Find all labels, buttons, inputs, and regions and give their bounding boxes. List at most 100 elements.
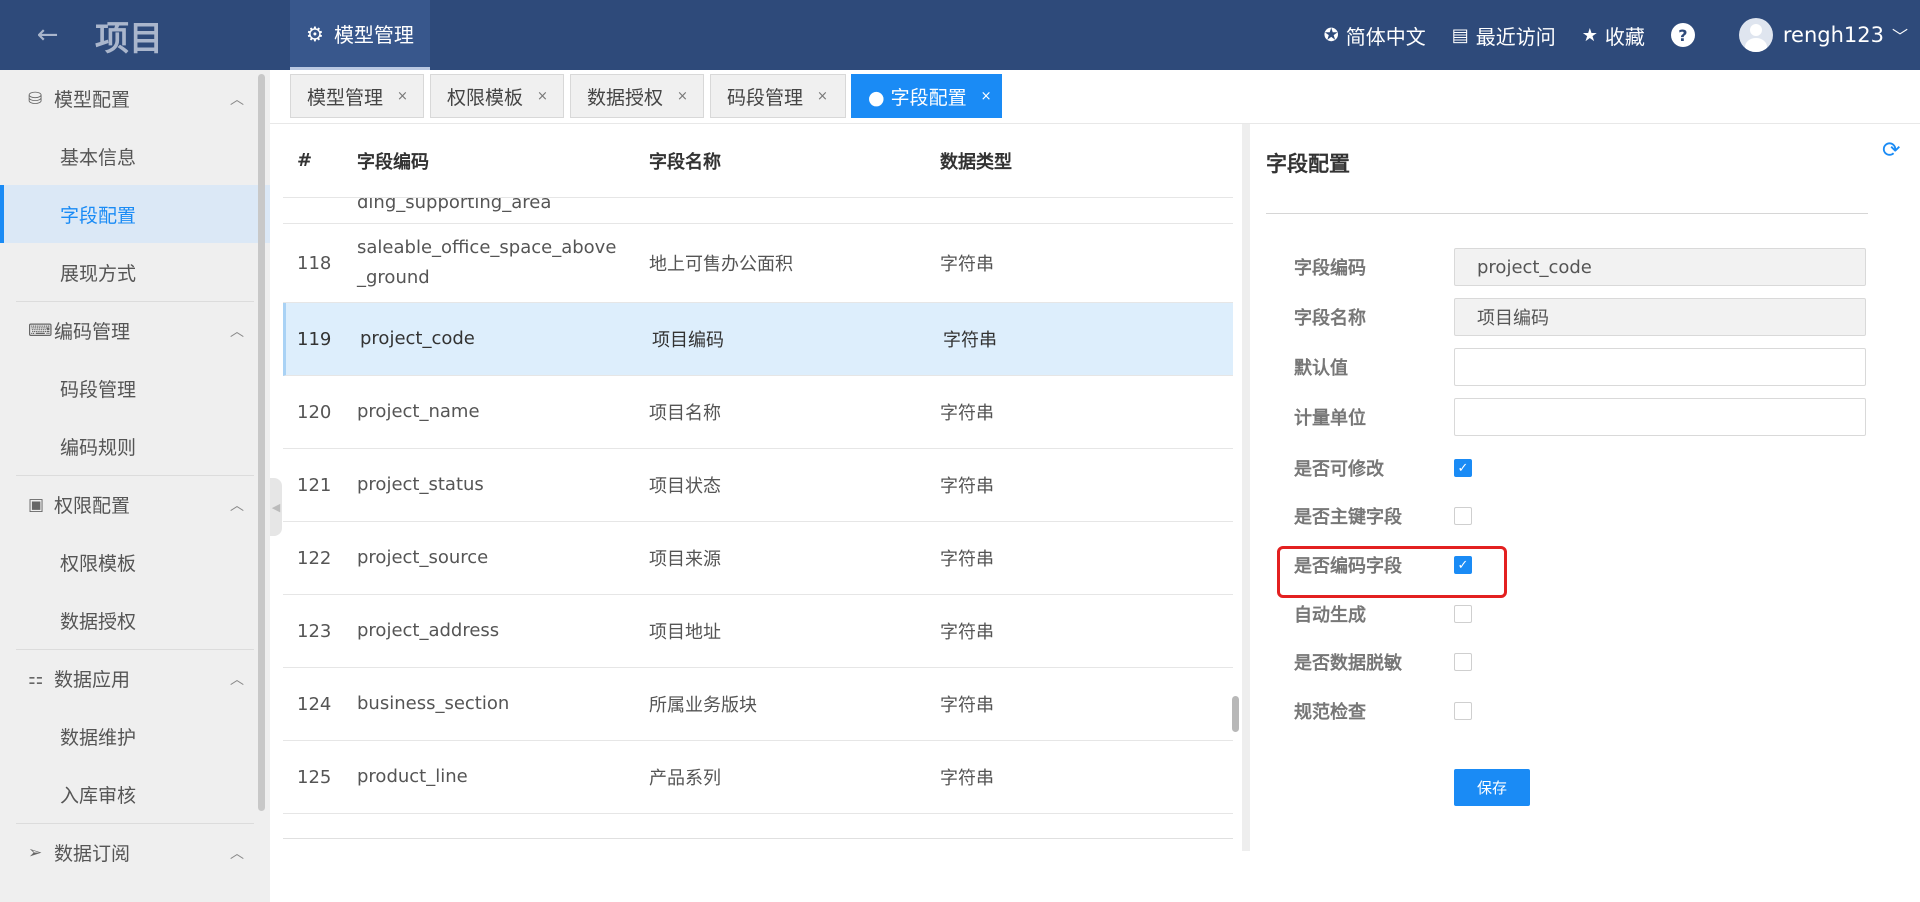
tab-label: ● 字段配置	[868, 86, 967, 109]
unit-label: 计量单位	[1294, 408, 1366, 429]
field-code-input: project_code	[1454, 248, 1866, 286]
user-name[interactable]: rengh123	[1783, 23, 1884, 47]
language-switch[interactable]: ✪ 简体中文	[1324, 21, 1426, 50]
column-header-type: 数据类型	[940, 151, 1012, 173]
close-icon[interactable]: ×	[397, 89, 408, 104]
sidebar-group-data-apps[interactable]: ⚏ 数据应用 ︿	[0, 650, 270, 707]
cell-index: 118	[297, 252, 332, 274]
table-row[interactable]: 125 product_line 产品系列 字符串	[283, 741, 1233, 814]
cell-code: project_status	[357, 474, 484, 495]
chevron-down-icon[interactable]: ﹀	[1892, 23, 1908, 47]
table-row[interactable]: 120 project_name 项目名称 字符串	[283, 376, 1233, 449]
form-row-field-name: 字段名称 项目编码	[1294, 298, 1866, 336]
table-row[interactable]: 121 project_status 项目状态 字符串	[283, 449, 1233, 522]
avatar[interactable]	[1738, 18, 1773, 52]
default-value-input[interactable]	[1454, 348, 1866, 386]
table-bottom-border	[283, 838, 1233, 839]
sidebar-group-model-config[interactable]: ⛁ 模型配置 ︿	[0, 70, 270, 127]
cell-index: 123	[297, 620, 332, 642]
chevron-up-icon: ︿	[230, 498, 244, 514]
arrow-left-icon[interactable]: ←	[0, 0, 95, 70]
highlight-annotation	[1277, 546, 1507, 598]
sidebar-item-display-mode[interactable]: 展现方式	[0, 243, 270, 301]
table-row[interactable]: 122 project_source 项目来源 字符串	[283, 522, 1233, 595]
cell-index: 119	[297, 328, 332, 350]
auto-generate-label: 自动生成	[1294, 605, 1366, 626]
tab-code-segment[interactable]: 码段管理 ×	[710, 74, 846, 118]
sidebar-item-code-segment[interactable]: 码段管理	[0, 359, 270, 417]
cell-code-line: saleable_office_space_above	[357, 237, 617, 258]
cell-index: 120	[297, 401, 332, 423]
refresh-icon[interactable]: ⟳	[1882, 138, 1900, 163]
close-icon[interactable]: ×	[677, 89, 688, 104]
chevron-up-icon: ︿	[230, 846, 244, 862]
cell-name: 产品系列	[649, 768, 721, 789]
recent-label: 最近访问	[1475, 24, 1556, 49]
sidebar-group-code-management[interactable]: ⌨ 编码管理 ︿	[0, 302, 270, 359]
unit-input[interactable]	[1454, 398, 1866, 436]
help-icon[interactable]: ?	[1670, 23, 1695, 47]
cell-name: 项目地址	[649, 622, 721, 643]
gear-icon: ⚙	[306, 21, 324, 46]
top-header: ← 项目 ⚙ 模型管理 ✪ 简体中文 ▤ 最近访问 ★ 收藏 ? rengh12…	[0, 0, 1920, 70]
tab-permission-template[interactable]: 权限模板 ×	[430, 74, 564, 118]
close-icon[interactable]: ×	[981, 89, 992, 104]
table-row-selected[interactable]: 119 project_code 项目编码 字符串	[283, 303, 1233, 376]
cell-type: 字符串	[940, 768, 994, 789]
sidebar-group-label: 数据应用	[54, 669, 131, 691]
editable-checkbox[interactable]: ✓	[1454, 459, 1472, 477]
tab-field-config[interactable]: ● 字段配置 ×	[851, 74, 1002, 118]
sidebar: ⛁ 模型配置 ︿ 基本信息 字段配置 展现方式 ⌨ 编码管理 ︿ 码段管理 编码…	[0, 70, 270, 902]
code-icon: ⌨	[28, 320, 53, 341]
spec-check-checkbox[interactable]	[1454, 702, 1472, 720]
table-row[interactable]: 124 business_section 所属业务版块 字符串	[283, 668, 1233, 741]
table-row[interactable]: ding_supporting_area	[283, 198, 1233, 224]
default-value-label: 默认值	[1294, 358, 1348, 379]
primary-key-label: 是否主键字段	[1294, 507, 1402, 528]
sidebar-collapse-handle[interactable]: ◀	[270, 478, 282, 536]
cell-code: saleable_office_space_above _ground	[357, 233, 649, 293]
sidebar-item-code-rules[interactable]: 编码规则	[0, 417, 270, 475]
editable-label: 是否可修改	[1294, 459, 1384, 480]
primary-key-checkbox[interactable]	[1454, 507, 1472, 525]
close-icon[interactable]: ×	[537, 89, 548, 104]
globe-icon: ✪	[1323, 24, 1339, 46]
tab-model-management[interactable]: 模型管理 ×	[290, 74, 424, 118]
tab-data-authorization[interactable]: 数据授权 ×	[570, 74, 704, 118]
recent-visits[interactable]: ▤ 最近访问	[1452, 21, 1556, 50]
sidebar-scrollbar[interactable]	[258, 74, 265, 811]
sidebar-group-data-subscription[interactable]: ➢ 数据订阅 ︿	[0, 824, 270, 881]
top-tab-model-management[interactable]: ⚙ 模型管理	[290, 0, 430, 70]
cell-index: 121	[297, 474, 332, 496]
divider	[1266, 213, 1868, 214]
cell-code: project_source	[357, 547, 489, 568]
cell-name: 项目状态	[649, 476, 721, 497]
sidebar-group-permission-config[interactable]: ▣ 权限配置 ︿	[0, 476, 270, 533]
table-row[interactable]: 123 project_address 项目地址 字符串	[283, 595, 1233, 668]
form-row-spec-check: 规范检查	[1294, 692, 1866, 730]
masking-label: 是否数据脱敏	[1294, 653, 1402, 674]
favorites[interactable]: ★ 收藏	[1582, 21, 1645, 50]
sidebar-item-permission-template[interactable]: 权限模板	[0, 533, 270, 591]
table-scrollbar[interactable]	[1232, 696, 1239, 732]
sidebar-item-basic-info[interactable]: 基本信息	[0, 127, 270, 185]
star-icon: ★	[1581, 24, 1598, 46]
save-button[interactable]: 保存	[1454, 769, 1530, 806]
top-tab-label: 模型管理	[333, 23, 414, 47]
cell-code: ding_supporting_area	[357, 198, 552, 213]
table-row[interactable]: 118 saleable_office_space_above _ground …	[283, 224, 1233, 303]
chevron-up-icon: ︿	[230, 672, 244, 688]
sidebar-item-field-config[interactable]: 字段配置	[0, 185, 270, 243]
form-row-default: 默认值	[1294, 348, 1866, 386]
sidebar-item-storage-review[interactable]: 入库审核	[0, 765, 270, 823]
masking-checkbox[interactable]	[1454, 653, 1472, 671]
form-row-editable: 是否可修改 ✓	[1294, 449, 1866, 487]
cell-name: 所属业务版块	[649, 695, 757, 716]
subscribe-icon: ➢	[28, 842, 43, 863]
cell-code: project_name	[357, 401, 480, 422]
sidebar-item-data-maintenance[interactable]: 数据维护	[0, 707, 270, 765]
auto-generate-checkbox[interactable]	[1454, 605, 1472, 623]
close-icon[interactable]: ×	[817, 89, 828, 104]
panel-splitter[interactable]	[1242, 124, 1250, 851]
sidebar-item-data-authorization[interactable]: 数据授权	[0, 591, 270, 649]
